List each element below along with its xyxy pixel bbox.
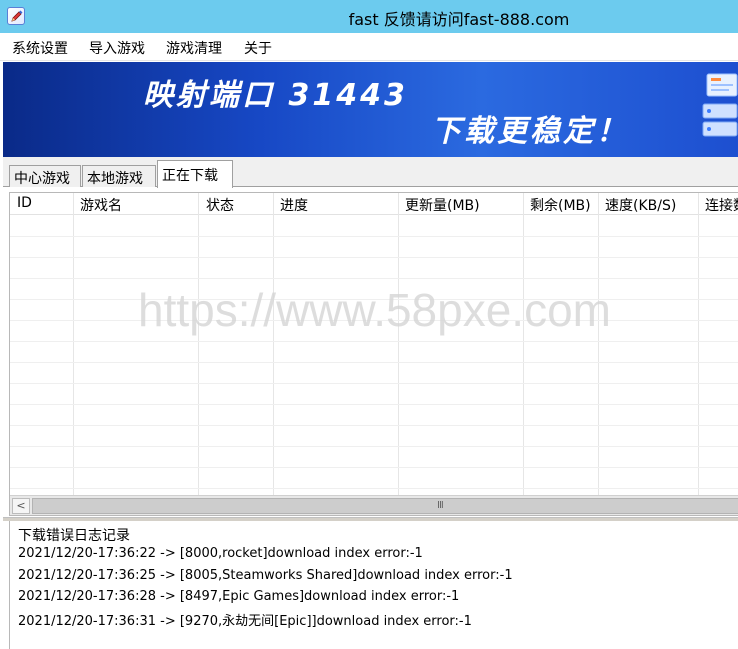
tab-downloading[interactable]: 正在下载 bbox=[157, 160, 233, 188]
site-watermark: https://www.58pxe.com bbox=[138, 284, 611, 336]
column-divider bbox=[598, 193, 599, 495]
menu-import-games[interactable]: 导入游戏 bbox=[89, 38, 145, 58]
column-divider bbox=[198, 193, 199, 495]
column-divider bbox=[398, 193, 399, 495]
menu-game-cleanup[interactable]: 游戏清理 bbox=[166, 38, 222, 58]
log-entry: 2021/12/20-17:36:25 -> [8005,Steamworks … bbox=[18, 568, 513, 583]
tab-strip: 中心游戏 本地游戏 正在下载 bbox=[3, 157, 738, 188]
row-divider bbox=[10, 257, 738, 258]
menu-about[interactable]: 关于 bbox=[244, 38, 272, 58]
row-divider bbox=[10, 236, 738, 237]
column-header-speed[interactable]: 速度(KB/S) bbox=[605, 195, 676, 215]
row-divider bbox=[10, 425, 738, 426]
title-bar[interactable]: fast 反馈请访问fast-888.com bbox=[0, 0, 738, 33]
row-divider bbox=[10, 404, 738, 405]
column-header-game-name[interactable]: 游戏名 bbox=[80, 195, 122, 215]
scrollbar-thumb[interactable]: III bbox=[32, 498, 738, 514]
row-divider bbox=[10, 446, 738, 447]
column-divider bbox=[73, 193, 74, 495]
column-divider bbox=[698, 193, 699, 495]
column-header-progress[interactable]: 进度 bbox=[280, 195, 308, 215]
row-divider bbox=[10, 278, 738, 279]
column-header-connections[interactable]: 连接数 bbox=[705, 195, 738, 215]
tab-center-games[interactable]: 中心游戏 bbox=[9, 165, 81, 187]
column-header-id[interactable]: ID bbox=[17, 195, 32, 211]
row-divider bbox=[10, 467, 738, 468]
tab-local-games[interactable]: 本地游戏 bbox=[82, 165, 156, 187]
row-divider bbox=[10, 383, 738, 384]
banner-line-1: 映射端口 31443 bbox=[143, 78, 408, 113]
column-header-remaining[interactable]: 剩余(MB) bbox=[530, 195, 591, 215]
scroll-left-button[interactable]: < bbox=[12, 498, 30, 514]
error-log-panel: 下载错误日志记录 2021/12/20-17:36:22 -> [8000,ro… bbox=[9, 521, 738, 649]
log-entry: 2021/12/20-17:36:31 -> [9270,永劫无间[Epic]]… bbox=[18, 614, 472, 629]
column-divider bbox=[523, 193, 524, 495]
banner-line-2: 下载更稳定！ bbox=[431, 114, 629, 149]
window-title: fast 反馈请访问fast-888.com bbox=[348, 10, 570, 29]
column-divider bbox=[273, 193, 274, 495]
grid-header: ID 游戏名 状态 进度 更新量(MB) 剩余(MB) 速度(KB/S) 连接数 bbox=[10, 193, 738, 215]
log-title: 下载错误日志记录 bbox=[18, 528, 130, 544]
log-entry: 2021/12/20-17:36:28 -> [8497,Epic Games]… bbox=[18, 589, 460, 604]
row-divider bbox=[10, 488, 738, 489]
menu-system-settings[interactable]: 系统设置 bbox=[12, 38, 68, 58]
log-entry: 2021/12/20-17:36:22 -> [8000,rocket]down… bbox=[18, 546, 423, 561]
horizontal-scrollbar[interactable]: < III bbox=[10, 495, 738, 515]
server-illustration-icon bbox=[702, 73, 738, 137]
column-header-update-size[interactable]: 更新量(MB) bbox=[405, 195, 480, 215]
scrollbar-grip-icon: III bbox=[437, 500, 444, 511]
menu-bar: 系统设置 导入游戏 游戏清理 关于 bbox=[0, 33, 738, 61]
row-divider bbox=[10, 341, 738, 342]
download-grid[interactable]: ID 游戏名 状态 进度 更新量(MB) 剩余(MB) 速度(KB/S) 连接数… bbox=[9, 192, 738, 516]
column-header-status[interactable]: 状态 bbox=[206, 195, 234, 215]
row-divider bbox=[10, 362, 738, 363]
promo-banner: 映射端口 31443 下载更稳定！ bbox=[3, 62, 738, 157]
